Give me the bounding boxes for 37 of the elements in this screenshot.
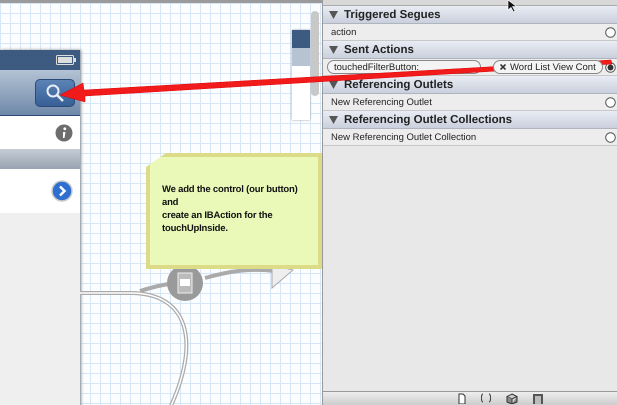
section-title: Referencing Outlets bbox=[344, 78, 454, 90]
disclosure-button-icon[interactable] bbox=[51, 180, 73, 202]
scrollbar[interactable] bbox=[311, 11, 319, 96]
section-header[interactable]: Referencing Outlets bbox=[323, 76, 617, 94]
braces-icon[interactable] bbox=[480, 392, 492, 404]
file-icon[interactable] bbox=[458, 392, 466, 404]
section-header[interactable]: Triggered Segues bbox=[323, 6, 617, 24]
outlet-row[interactable]: New Referencing Outlet Collection bbox=[323, 129, 617, 146]
section-header[interactable]: Referencing Outlet Collections bbox=[323, 111, 617, 129]
expanded-triangle-icon[interactable] bbox=[329, 116, 338, 124]
mouse-pointer-icon bbox=[507, 0, 518, 12]
battery-icon bbox=[56, 55, 76, 65]
section-header[interactable]: Sent Actions bbox=[323, 41, 617, 59]
expanded-triangle-icon[interactable] bbox=[329, 46, 338, 54]
connection-circle-icon[interactable] bbox=[604, 96, 616, 108]
section-title: Triggered Segues bbox=[344, 8, 441, 20]
search-button[interactable] bbox=[35, 78, 75, 106]
note-text: create an IBAction for the touchUpInside. bbox=[162, 209, 274, 235]
table-row[interactable] bbox=[0, 169, 80, 213]
outlet-row[interactable]: action bbox=[323, 24, 617, 41]
outlet-label: New Referencing Outlet Collection bbox=[331, 132, 478, 142]
connection-circle-icon[interactable] bbox=[604, 26, 616, 38]
remove-icon[interactable] bbox=[500, 64, 506, 70]
expanded-triangle-icon[interactable] bbox=[329, 80, 338, 88]
connection-circle-icon[interactable] bbox=[604, 132, 616, 142]
section-title: Referencing Outlet Collections bbox=[344, 114, 512, 126]
cube-icon[interactable] bbox=[506, 392, 518, 404]
info-icon[interactable] bbox=[55, 124, 73, 142]
search-icon bbox=[45, 82, 65, 102]
outlet-row[interactable]: New Referencing Outlet bbox=[323, 94, 617, 111]
outlet-label: New Referencing Outlet bbox=[331, 96, 433, 108]
outlet-label: action bbox=[331, 26, 358, 38]
expanded-triangle-icon[interactable] bbox=[329, 10, 338, 18]
section-title: Sent Actions bbox=[344, 44, 414, 56]
table-row[interactable] bbox=[0, 116, 80, 149]
target-label: Word List View Cont bbox=[510, 62, 596, 72]
target-pill[interactable]: Word List View Cont bbox=[493, 60, 603, 74]
